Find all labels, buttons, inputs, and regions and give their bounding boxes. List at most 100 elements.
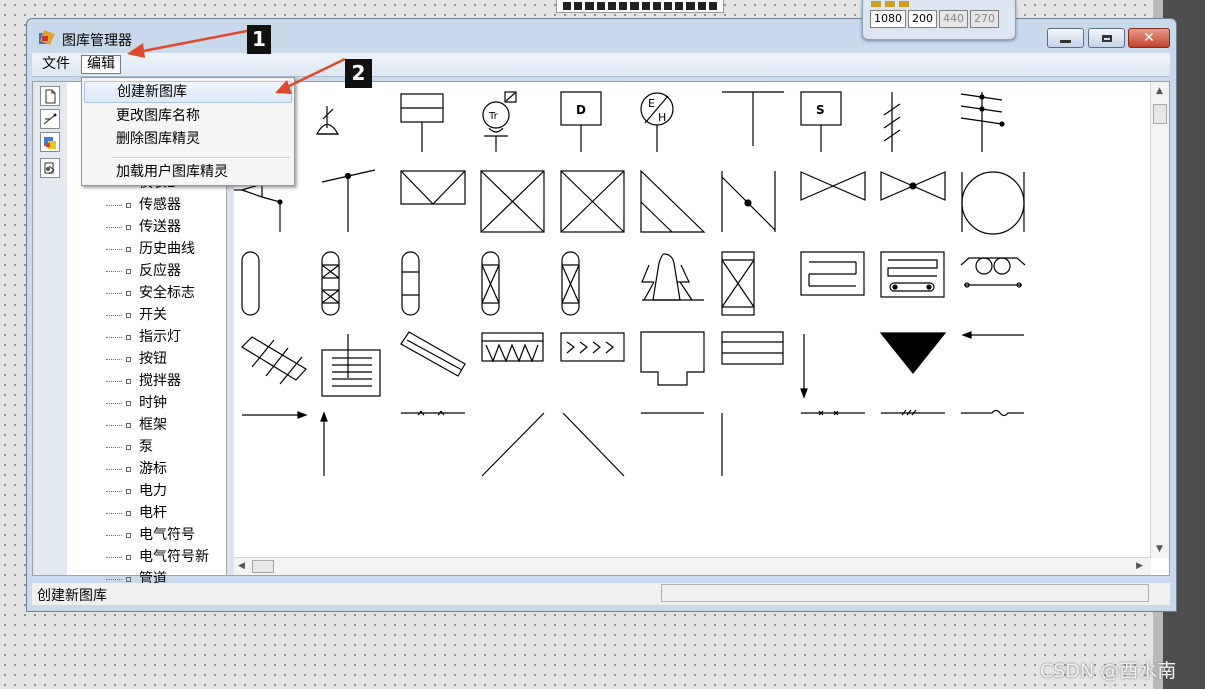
tree-item-label: 传感器	[139, 197, 181, 213]
tree-item[interactable]: 电气符号新	[106, 546, 209, 568]
palette-button[interactable]	[40, 132, 60, 152]
scroll-left-arrow-icon[interactable]: ◀	[238, 561, 245, 571]
tree-item[interactable]: 时钟	[106, 392, 167, 414]
symbol-heat-exchanger[interactable]	[800, 251, 865, 296]
scroll-up-arrow-icon[interactable]: ▲	[1156, 86, 1163, 96]
symbol-crossed-box-b[interactable]	[560, 170, 625, 233]
symbol-line-xx[interactable]	[801, 410, 865, 416]
vertical-toolbar	[33, 82, 68, 575]
menu-item-create-gallery[interactable]: 创建新图库	[84, 81, 292, 103]
canvas-horizontal-scrollbar[interactable]: ◀ ▶	[234, 557, 1151, 575]
tree-item-label: 开关	[139, 307, 167, 323]
tree-item-label: 时钟	[139, 395, 167, 411]
symbol-vessel-3[interactable]	[401, 251, 420, 316]
symbol-diag-down[interactable]	[562, 412, 625, 477]
symbol-vessel-5[interactable]	[561, 251, 580, 316]
symbol-tank-circle[interactable]	[961, 171, 1025, 235]
symbol-triangle-box[interactable]	[640, 169, 706, 233]
canvas-vscroll-thumb[interactable]	[1153, 104, 1167, 124]
window-title: 图库管理器	[62, 33, 132, 49]
tree-item[interactable]: 安全标志	[106, 282, 195, 304]
symbol-vessel-4[interactable]	[481, 251, 500, 316]
tree-item[interactable]: 搅拌器	[106, 370, 181, 392]
symbol-bowtie[interactable]	[800, 171, 866, 201]
symbol-s-box[interactable]: S	[800, 91, 842, 152]
symbol-switch-pole[interactable]	[321, 169, 376, 232]
tree-item[interactable]: 泵	[106, 436, 153, 458]
menu-file[interactable]: 文件	[37, 55, 75, 74]
symbol-eh-circle[interactable]: EH	[640, 92, 674, 152]
symbol-slashed-pole[interactable]	[883, 92, 901, 152]
symbol-arrow-left[interactable]	[961, 331, 1024, 339]
symbol-crossarm-pole[interactable]	[960, 92, 1005, 152]
menu-item-rename-gallery[interactable]: 更改图库名称	[84, 105, 292, 127]
canvas-hscroll-thumb[interactable]	[252, 560, 274, 573]
menu-edit[interactable]: 编辑	[81, 55, 121, 74]
menu-bar: 文件 编辑	[32, 53, 1170, 77]
scroll-down-arrow-icon[interactable]: ▼	[1156, 544, 1163, 554]
symbol-grid-panel[interactable]	[321, 334, 381, 397]
symbol-chevron-box[interactable]	[560, 332, 625, 362]
minimize-button[interactable]	[1047, 28, 1084, 48]
symbol-spring-box[interactable]	[481, 332, 544, 363]
coord-field-1[interactable]: 1080	[870, 10, 906, 28]
symbol-pump-pair[interactable]	[960, 257, 1026, 288]
symbol-line-slashes[interactable]	[881, 409, 945, 416]
symbol-diag-up[interactable]	[481, 412, 545, 477]
symbol-arrow-right[interactable]	[242, 411, 308, 419]
symbol-diagonal-bar[interactable]	[400, 331, 466, 377]
tree-item[interactable]: 指示灯	[106, 326, 181, 348]
menu-item-delete-sprite[interactable]: 删除图库精灵	[84, 128, 292, 150]
symbol-vessel-1[interactable]	[241, 251, 260, 316]
symbol-transformer[interactable]: Tr	[482, 91, 517, 152]
tree-item[interactable]: 传送器	[106, 216, 181, 238]
symbol-switch-left[interactable]	[234, 183, 283, 232]
tree-item[interactable]: 框架	[106, 414, 167, 436]
symbol-arrow-down[interactable]	[800, 334, 808, 399]
tree-item[interactable]: 反应器	[106, 260, 181, 282]
symbol-bowtie-dot[interactable]	[880, 171, 946, 201]
symbol-d-box[interactable]: D	[560, 91, 602, 152]
symbol-crossed-column[interactable]	[721, 251, 755, 316]
tree-item[interactable]: 游标	[106, 458, 167, 480]
tree-item[interactable]: 电力	[106, 480, 167, 502]
symbol-rect-post[interactable]	[400, 93, 444, 152]
tree-item-label: 电气符号	[139, 527, 195, 543]
tree-item-label: 电气符号新	[139, 549, 209, 565]
coord-field-2[interactable]: 200	[908, 10, 937, 28]
tree-item[interactable]: 按钮	[106, 348, 167, 370]
tree-item-label: 电杆	[139, 505, 167, 521]
symbol-belt-diagonal[interactable]	[241, 336, 307, 385]
symbol-crossed-box-a[interactable]	[480, 170, 545, 233]
close-button[interactable]: ✕	[1128, 28, 1170, 48]
line-tool-button[interactable]	[40, 109, 60, 129]
tree-item-label: 传送器	[139, 219, 181, 235]
tree-item-label: 游标	[139, 461, 167, 477]
symbol-damper[interactable]	[721, 171, 776, 232]
import-button[interactable]	[40, 158, 60, 178]
symbol-arrow-up[interactable]	[320, 411, 328, 476]
symbol-lined-box[interactable]	[721, 331, 784, 365]
tree-item[interactable]: 电杆	[106, 502, 167, 524]
symbol-vessel-2[interactable]	[321, 251, 340, 316]
tree-item[interactable]: 电气符号	[106, 524, 195, 546]
symbol-line-marked[interactable]	[401, 410, 465, 416]
tree-item[interactable]: 开关	[106, 304, 167, 326]
tree-item[interactable]: 传感器	[106, 194, 181, 216]
canvas-vertical-scrollbar[interactable]: ▲ ▼	[1150, 82, 1169, 558]
symbol-coil-box[interactable]	[880, 251, 945, 298]
maximize-button[interactable]	[1088, 28, 1125, 48]
symbol-furnace[interactable]	[641, 253, 704, 301]
menu-item-load-user-sprite[interactable]: 加载用户图库精灵	[84, 161, 292, 183]
symbol-filled-triangle[interactable]	[879, 332, 947, 374]
symbol-bell[interactable]	[316, 106, 340, 135]
tree-item[interactable]: 历史曲线	[106, 238, 195, 260]
symbol-valve-box[interactable]	[400, 170, 466, 205]
new-file-button[interactable]	[40, 86, 60, 106]
symbol-notched-box[interactable]	[640, 331, 705, 386]
symbol-line-wave[interactable]	[961, 409, 1024, 417]
coord-field-3: 440	[939, 10, 968, 28]
symbol-t-post[interactable]	[722, 91, 784, 146]
close-icon: ✕	[1143, 30, 1155, 46]
scroll-right-arrow-icon[interactable]: ▶	[1136, 561, 1143, 571]
